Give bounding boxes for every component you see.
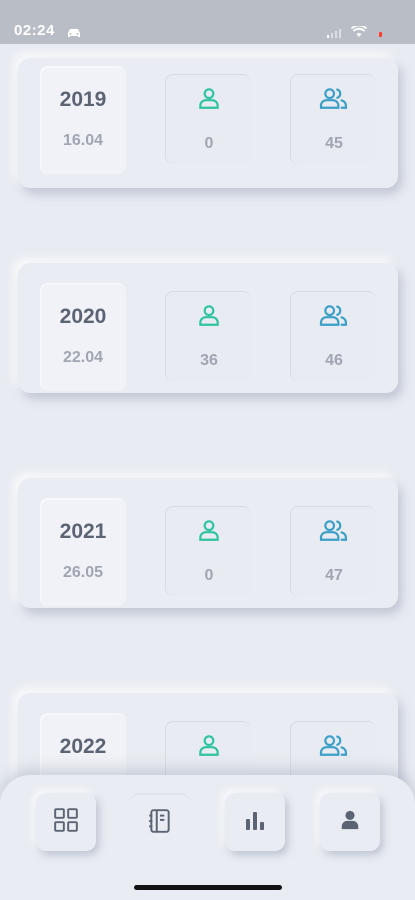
single-count: 36 xyxy=(200,352,218,369)
nav-notebook-button[interactable] xyxy=(130,793,190,851)
date-box: 2019 16.04 xyxy=(40,66,126,174)
users-icon xyxy=(291,732,377,758)
single-count: 0 xyxy=(204,567,214,584)
users-icon xyxy=(291,517,377,543)
date-box: 2021 26.05 xyxy=(40,498,126,606)
group-count: 46 xyxy=(325,352,343,369)
single-stat: 36 xyxy=(165,291,251,381)
group-stat: 46 xyxy=(290,291,376,381)
battery-icon xyxy=(377,30,393,39)
users-icon xyxy=(291,302,377,328)
record-date: 16.04 xyxy=(62,132,104,149)
record-year: 2020 xyxy=(59,305,107,328)
grid-icon xyxy=(53,807,79,838)
record-card[interactable]: 2019 16.04 0 45 xyxy=(18,58,398,188)
date-box: 2020 22.04 xyxy=(40,283,126,391)
bottom-nav xyxy=(0,775,415,900)
user-icon xyxy=(339,809,361,836)
group-count: 45 xyxy=(325,135,343,152)
single-count: 0 xyxy=(204,135,214,152)
record-year: 2019 xyxy=(59,88,107,111)
record-card[interactable]: 2020 22.04 36 46 xyxy=(18,263,398,393)
wifi-icon xyxy=(350,24,368,43)
car-icon xyxy=(66,25,82,43)
group-stat: 45 xyxy=(290,74,376,164)
status-time: 02:24 xyxy=(14,22,55,39)
signal-icon xyxy=(327,25,341,43)
record-date: 22.04 xyxy=(62,349,104,366)
nav-profile-button[interactable] xyxy=(320,793,380,851)
single-stat: 0 xyxy=(165,506,251,596)
nav-stats-button[interactable] xyxy=(225,793,285,851)
group-stat: 47 xyxy=(290,506,376,596)
users-icon xyxy=(291,85,377,111)
single-stat: 0 xyxy=(165,74,251,164)
status-bar: 02:24 xyxy=(0,0,415,44)
user-icon xyxy=(166,85,252,111)
record-year: 2021 xyxy=(59,520,107,543)
notebook-icon xyxy=(148,808,172,839)
group-count: 47 xyxy=(325,567,343,584)
record-date: 26.05 xyxy=(62,564,104,581)
user-icon xyxy=(166,732,252,758)
user-icon xyxy=(166,302,252,328)
record-year: 2022 xyxy=(59,735,107,758)
nav-dashboard-button[interactable] xyxy=(36,793,96,851)
bar-chart-icon xyxy=(243,809,267,836)
home-indicator xyxy=(134,885,282,890)
user-icon xyxy=(166,517,252,543)
record-card[interactable]: 2021 26.05 0 47 xyxy=(18,478,398,608)
